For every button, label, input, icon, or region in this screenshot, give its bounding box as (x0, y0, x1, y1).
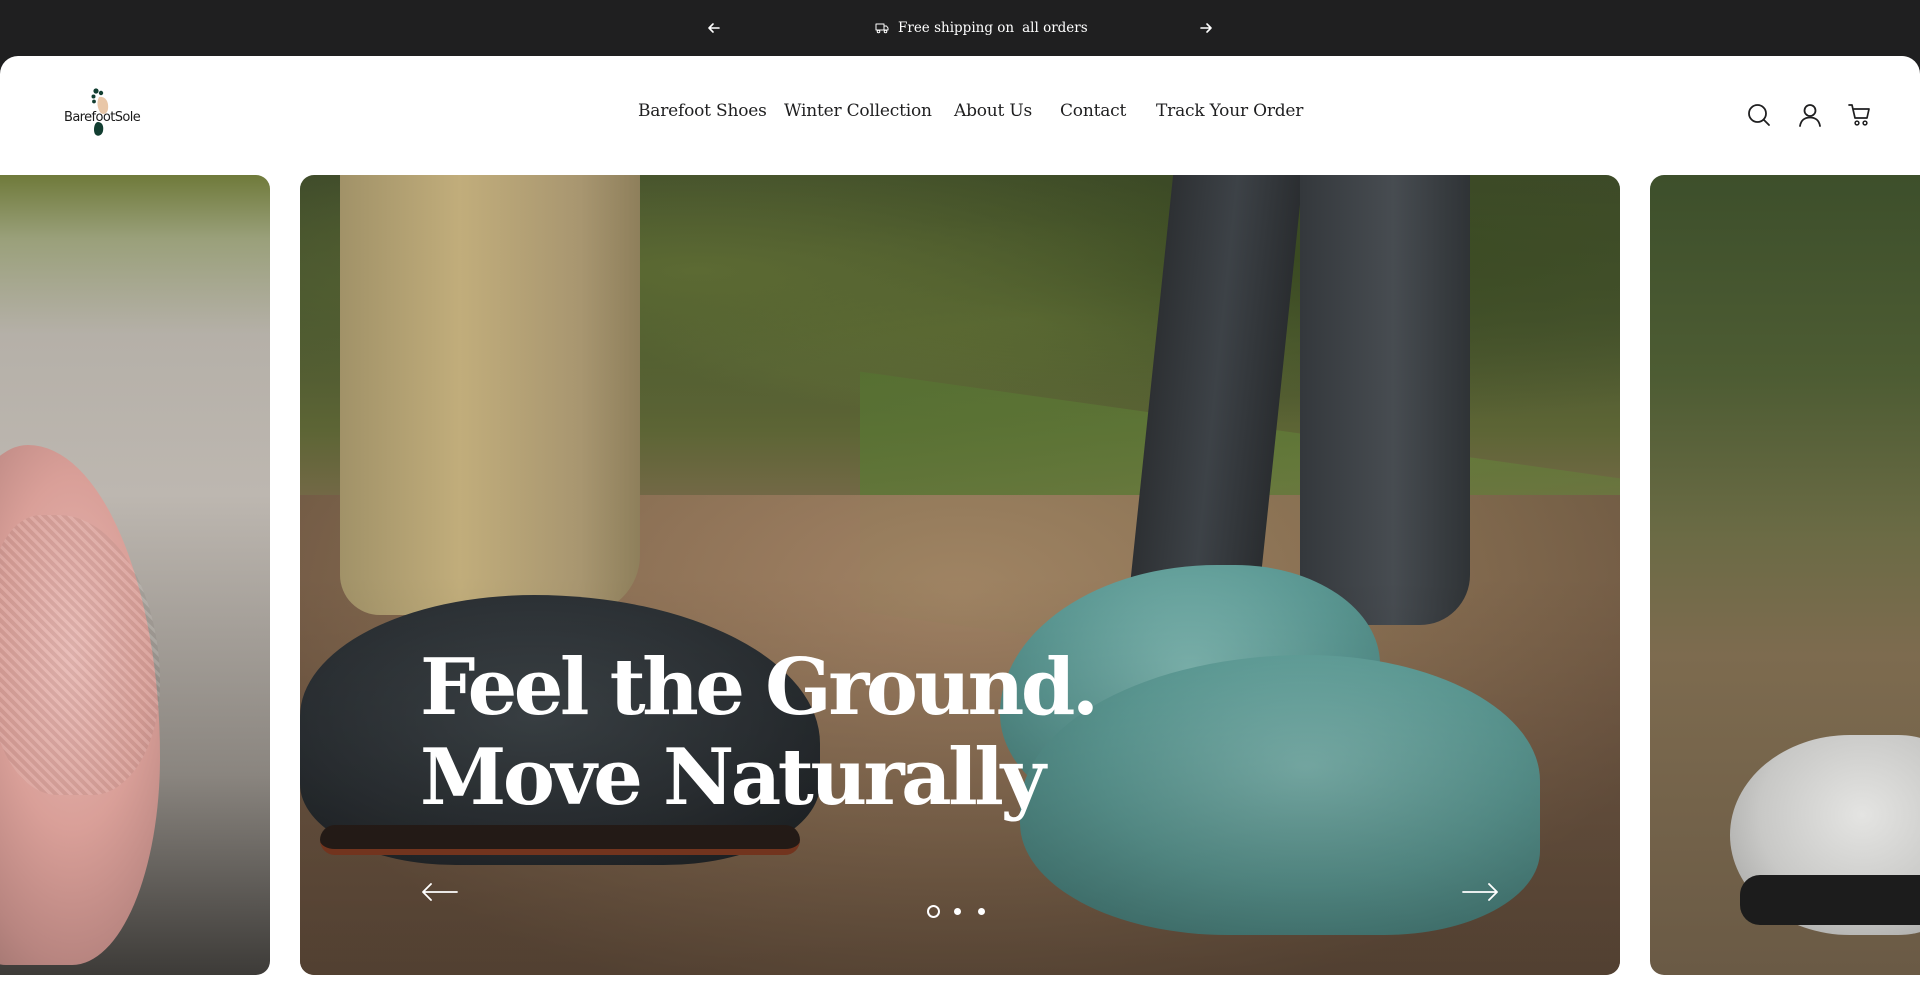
slider-dot-1[interactable] (927, 905, 940, 918)
arrow-left-icon (422, 883, 458, 901)
announcement-prev-button[interactable] (704, 18, 724, 38)
slide-photo-shade (300, 175, 1620, 975)
slider-dot-2[interactable] (954, 908, 961, 915)
announcement-bar: Free shipping on all orders (0, 0, 1920, 56)
announcement-message: Free shipping on all orders (874, 17, 1088, 39)
slider-next-button[interactable] (1460, 881, 1500, 903)
arrow-right-icon (1200, 23, 1212, 33)
nav-item-about-us[interactable]: About Us (954, 101, 1032, 121)
announcement-text: Free shipping on (898, 20, 1015, 36)
nav-item-contact[interactable]: Contact (1060, 101, 1126, 121)
slider-pagination (927, 905, 993, 919)
account-button[interactable] (1797, 102, 1823, 128)
arrow-right-icon (1462, 883, 1498, 901)
nav-item-track-your-order[interactable]: Track Your Order (1156, 101, 1303, 121)
cart-button[interactable] (1847, 102, 1873, 128)
hero-slide-previous[interactable] (0, 175, 270, 975)
hero-title-line-2: Move Naturally (420, 732, 1046, 823)
nav-item-barefoot-shoes[interactable]: Barefoot Shoes (638, 101, 767, 121)
arrow-left-icon (708, 23, 720, 33)
slider-dot-3[interactable] (978, 908, 985, 915)
search-icon (1748, 104, 1770, 126)
slide-photo-mesh (0, 515, 160, 795)
account-icon (1799, 104, 1821, 127)
hero-title: Feel the Ground. Move Naturally (420, 642, 1099, 823)
truck-icon (875, 23, 889, 34)
hero-slide-next[interactable] (1650, 175, 1920, 975)
main-nav: Barefoot Shoes Winter Collection About U… (0, 101, 1920, 127)
slider-prev-button[interactable] (420, 881, 460, 903)
hero-slide-active: Feel the Ground. Move Naturally (300, 175, 1620, 975)
cart-icon (1848, 104, 1870, 126)
announcement-link[interactable]: all orders (1022, 20, 1088, 36)
nav-item-winter-collection[interactable]: Winter Collection (784, 101, 932, 121)
main-panel: BarefootSole Barefoot Shoes Winter Colle… (0, 56, 1920, 993)
announcement-next-button[interactable] (1196, 18, 1216, 38)
hero-title-line-1: Feel the Ground. (420, 642, 1099, 733)
search-button[interactable] (1746, 102, 1772, 128)
slide-photo-sneaker-sole (1740, 875, 1920, 925)
